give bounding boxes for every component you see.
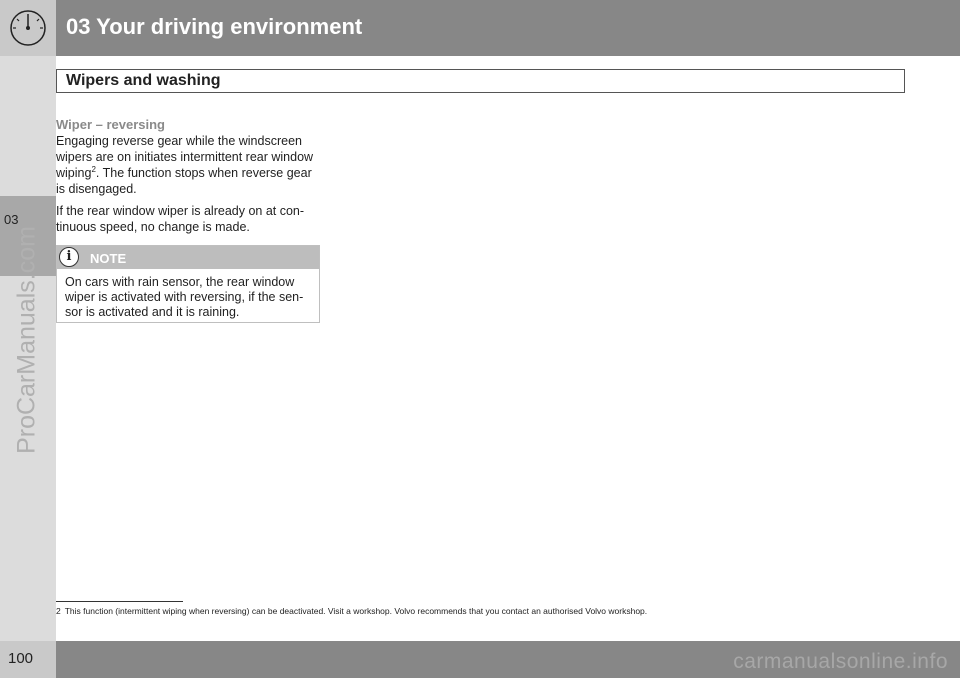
chapter-number: 03 [4, 212, 19, 227]
speedometer-icon [10, 10, 46, 46]
info-icon: i [59, 247, 79, 267]
note-label: NOTE [90, 251, 127, 266]
subheading: Wiper – reversing [56, 117, 165, 132]
chapter-header: 03 Your driving environment [56, 0, 960, 56]
note-header: i NOTE [57, 246, 319, 269]
paragraph-2: If the rear window wiper is already on a… [56, 204, 305, 234]
footnote-rule [56, 601, 183, 602]
page-number: 100 [8, 650, 34, 667]
footer-watermark: carmanualsonline.info [733, 650, 948, 673]
section-title-box: Wipers and washing [56, 69, 905, 93]
chapter-title: 03 Your driving environment [66, 14, 363, 39]
chapter-icon-box [0, 0, 56, 56]
main-content: Wiper – reversing Engaging reverse gear … [56, 116, 322, 235]
side-watermark: ProCarManuals.com [12, 226, 41, 454]
note-box: i NOTE On cars with rain sensor, the rea… [56, 245, 320, 323]
page-number-box: 100 [0, 641, 56, 678]
section-title: Wipers and washing [66, 72, 221, 89]
footnote: 2 This function (intermittent wiping when… [56, 606, 936, 617]
paragraph-1: Engaging reverse gear while the windscre… [56, 133, 322, 197]
footer-bar: carmanualsonline.info [56, 641, 960, 678]
footnote-text: This function (intermittent wiping when … [64, 606, 648, 616]
note-text: On cars with rain sensor, the rear windo… [65, 275, 304, 319]
footnote-number: 2 [56, 606, 61, 616]
